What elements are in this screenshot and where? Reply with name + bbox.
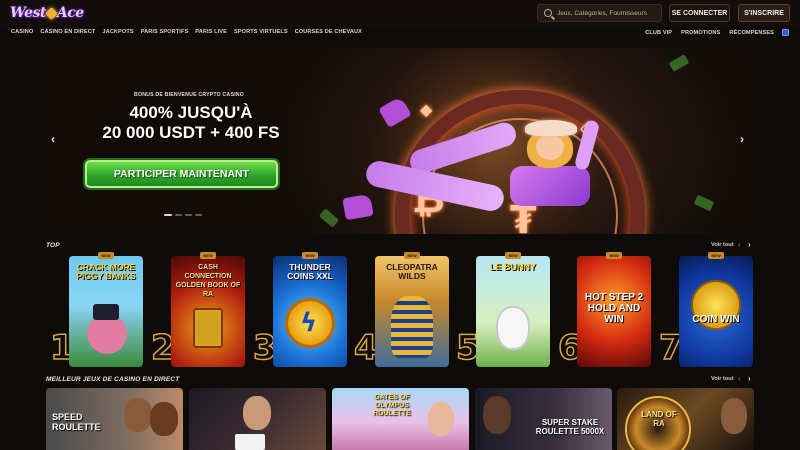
lightning-icon: ϟ [300,308,318,338]
search-box[interactable] [537,4,662,22]
nav-item-promotions[interactable]: PROMOTIONS [681,30,720,36]
live-card-super-stake-roulette[interactable]: SUPER STAKE ROULETTE 5000X [475,388,612,450]
game-title: THUNDER COINS XXL [287,262,333,281]
game-card-hot-step-2[interactable]: HOT STEP 2 HOLD AND WIN [577,256,651,367]
new-badge: NEW [200,252,216,259]
game-card-coin-win[interactable]: COIN WIN [679,256,753,367]
bonus-badge: BONUS DE BIENVENUE CRYPTO CASINO [128,89,250,101]
character-boot [342,193,374,221]
slide-indicators [164,214,202,216]
nav-item-casino[interactable]: CASINO [11,29,33,35]
new-badge: NEW [302,252,318,259]
logo-text-ace: Ace [56,5,84,21]
nav-item-virtual-sports[interactable]: SPORTS VIRTUELS [234,29,288,35]
login-button[interactable]: SE CONNECTER [669,4,730,22]
language-flag-icon[interactable] [782,29,789,36]
slide-dot[interactable] [164,214,172,216]
signup-button[interactable]: S'INSCRIRE [738,4,790,22]
banknote-icon [668,54,690,72]
game-card-crack-more-piggy-banks[interactable]: CRACK MORE PIGGY BANKS [69,256,143,367]
nav-item-vip-club[interactable]: CLUB VIP [645,30,672,36]
nav-item-jackpots[interactable]: JACKPOTS [102,29,133,35]
live-next-arrow-icon[interactable]: › [748,375,751,383]
nav-item-sports-betting[interactable]: PARIS SPORTIFS [141,29,189,35]
new-badge: NEW [708,252,724,259]
hero-prev-arrow-icon[interactable]: ‹ [51,132,55,146]
nav-item-rewards[interactable]: RÉCOMPENSES [729,30,774,36]
dealer-avatar [124,398,152,432]
hero-next-arrow-icon[interactable]: › [740,132,744,146]
live-game-title: SPEED ROULETTE [52,412,101,432]
hero-banner[interactable]: ₿ ₮ ◇ ◆ BONUS DE BIENVENUE CRYPTO CASINO… [40,48,759,234]
logo-star-icon [44,6,58,20]
dealer-avatar [483,396,511,434]
cowboy-hat-icon [525,120,577,136]
live-card-blackjack[interactable] [189,388,326,450]
top-see-all-link[interactable]: Voir tout [711,242,734,248]
dealer-avatar [721,398,747,434]
dealer-avatar [150,402,178,436]
hero-title-line1: 400% JUSQU'À [129,103,253,122]
pharaoh-mask-icon [391,296,433,358]
game-card-cash-connection[interactable]: CASH CONNECTION GOLDEN BOOK OF RA [171,256,245,367]
search-icon [544,9,552,17]
live-game-title: LAND OF RA [641,410,677,428]
bunny-character-icon [496,306,530,350]
live-card-gates-of-olympus-roulette[interactable]: GATES OF OLYMPUS ROULETTE [332,388,469,450]
live-see-all-link[interactable]: Voir tout [711,376,734,382]
playing-cards-icon [235,434,265,450]
game-title: CASH CONNECTION GOLDEN BOOK OF RA [175,264,241,298]
hero-title-line2: 20 000 USDT + 400 FS [102,123,280,142]
slide-dot[interactable] [175,214,182,216]
nav-item-horse-racing[interactable]: COURSES DE CHEVAUX [295,29,362,35]
nav-item-live-casino[interactable]: CASINO EN DIRECT [40,29,95,35]
live-card-speed-roulette[interactable]: SPEED ROULETTE [46,388,183,450]
top-section-title: TOP [46,242,60,249]
nav-right-group: CLUB VIP PROMOTIONS RÉCOMPENSES [636,29,789,36]
new-badge: NEW [98,252,114,259]
top-header: West Ace SE CONNECTER S'INSCRIRE [0,0,800,26]
live-game-title: SUPER STAKE ROULETTE 5000X [535,418,605,436]
game-card-cleopatra-wilds[interactable]: CLEOPATRA WILDS [375,256,449,367]
game-title: CRACK MORE PIGGY BANKS [76,262,136,281]
dealer-avatar [428,402,454,436]
pig-character-icon [87,314,127,354]
game-title: COIN WIN [692,314,740,325]
book-of-ra-icon [193,308,223,348]
nav-left-group: CASINO CASINO EN DIRECT JACKPOTS PARIS S… [11,29,369,35]
character-body [510,166,590,206]
game-card-thunder-coins-xxl[interactable]: THUNDER COINS XXL ϟ [273,256,347,367]
game-title: CLEOPATRA WILDS [386,262,438,281]
hero-title: 400% JUSQU'À 20 000 USDT + 400 FS [80,103,302,143]
participate-now-button[interactable]: PARTICIPER MAINTENANT [85,160,278,188]
search-input[interactable] [557,9,657,17]
game-card-le-bunny[interactable]: LE BUNNY [476,256,550,367]
new-badge: NEW [606,252,622,259]
top-hat-icon [93,304,119,320]
game-title: HOT STEP 2 HOLD AND WIN [584,292,644,325]
live-game-title: GATES OF OLYMPUS ROULETTE [373,394,411,417]
top-prev-arrow-icon[interactable]: ‹ [738,241,741,249]
main-nav: CASINO CASINO EN DIRECT JACKPOTS PARIS S… [0,27,800,41]
slide-dot[interactable] [195,214,202,216]
game-title: LE BUNNY [489,262,536,272]
slide-dot[interactable] [185,214,192,216]
top-next-arrow-icon[interactable]: › [748,241,751,249]
live-prev-arrow-icon[interactable]: ‹ [738,375,741,383]
dealer-avatar [243,396,271,430]
new-badge: NEW [505,252,521,259]
new-badge: NEW [404,252,420,259]
logo-text-west: West [10,5,46,21]
diamond-icon: ◆ [420,100,433,119]
banknote-icon [693,194,715,212]
nav-item-live-betting[interactable]: PARIS LIVE [195,29,227,35]
live-card-land-of-ra[interactable]: LAND OF RA [617,388,754,450]
westace-logo[interactable]: West Ace [10,3,84,23]
character-face [536,134,564,160]
banknote-icon [318,208,340,228]
live-section-title: MEILLEUR JEUX DE CASINO EN DIRECT [46,376,180,383]
